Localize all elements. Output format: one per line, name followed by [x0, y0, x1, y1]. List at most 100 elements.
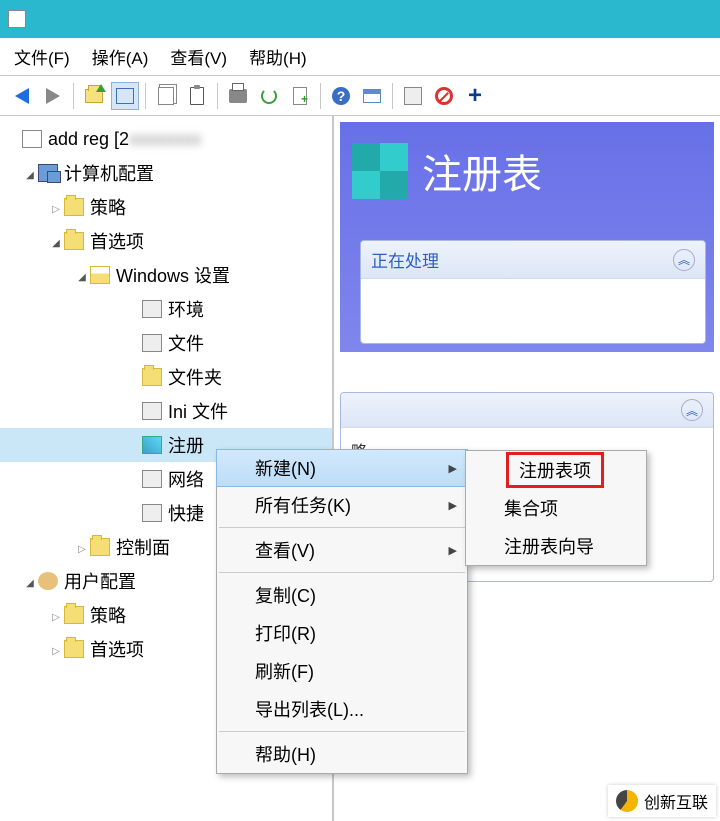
collapse-button[interactable]: ︽ — [673, 249, 695, 271]
new-doc-button[interactable] — [286, 82, 314, 110]
window-icon — [363, 89, 381, 103]
users-icon — [38, 572, 58, 590]
menu-help[interactable]: 帮助(H) — [249, 44, 307, 69]
ctx-copy[interactable]: 复制(C) — [217, 576, 467, 614]
plus-icon: + — [468, 84, 482, 108]
up-folder-button[interactable] — [80, 82, 108, 110]
stop-icon — [435, 87, 453, 105]
app-icon — [8, 10, 26, 28]
nav-back-button[interactable] — [8, 82, 36, 110]
sub-collection-item[interactable]: 集合项 — [466, 489, 646, 527]
menu-file[interactable]: 文件(F) — [14, 44, 70, 69]
printer-icon — [229, 89, 247, 103]
menu-view[interactable]: 查看(V) — [170, 44, 227, 69]
collapse-button[interactable]: ︽ — [681, 399, 703, 421]
arrow-right-icon — [46, 88, 60, 104]
tree-label: add reg [2 — [48, 129, 129, 150]
context-menu: 新建(N) 所有任务(K) 查看(V) 复制(C) 打印(R) 刷新(F) 导出… — [216, 449, 468, 774]
tree-label: 注册 — [168, 432, 204, 458]
copy-button[interactable] — [152, 82, 180, 110]
watermark: 创新互联 — [608, 785, 716, 817]
help-button[interactable]: ? — [327, 82, 355, 110]
config-button[interactable] — [399, 82, 427, 110]
tree-preferences[interactable]: 首选项 — [0, 224, 332, 258]
folder-icon — [64, 640, 84, 658]
stop-button[interactable] — [430, 82, 458, 110]
help-icon: ? — [332, 87, 350, 105]
panes-icon — [116, 88, 134, 104]
folder-up-icon — [85, 89, 103, 103]
tree-policies[interactable]: 策略 — [0, 190, 332, 224]
tree-files[interactable]: 文件 — [0, 326, 332, 360]
context-submenu-new: 注册表项 集合项 注册表向导 — [465, 450, 647, 566]
tree-env[interactable]: 环境 — [0, 292, 332, 326]
ctx-all-tasks[interactable]: 所有任务(K) — [217, 486, 467, 524]
ctx-help[interactable]: 帮助(H) — [217, 735, 467, 773]
shortcut-icon — [142, 504, 162, 522]
ctx-new[interactable]: 新建(N) — [216, 449, 468, 487]
blurred-text: xxxxxxxx — [129, 129, 201, 150]
folder-icon — [142, 368, 162, 386]
registry-cube-icon — [352, 143, 408, 199]
copy-icon — [158, 87, 174, 105]
paste-button[interactable] — [183, 82, 211, 110]
add-button[interactable]: + — [461, 82, 489, 110]
ctx-view[interactable]: 查看(V) — [217, 531, 467, 569]
ini-icon — [142, 402, 162, 420]
separator — [392, 83, 393, 109]
tree-label: 环境 — [168, 296, 204, 322]
folder-icon — [90, 538, 110, 556]
separator — [145, 83, 146, 109]
watermark-text: 创新互联 — [644, 789, 708, 813]
tree-computer-config[interactable]: 计算机配置 — [0, 156, 332, 190]
computers-icon — [38, 164, 58, 182]
tree-label: 首选项 — [90, 636, 144, 662]
separator — [219, 572, 465, 573]
env-icon — [142, 300, 162, 318]
refresh-button[interactable] — [255, 82, 283, 110]
page-title: 注册表 — [422, 142, 542, 200]
registry-icon — [142, 436, 162, 454]
tree-label: 网络 — [168, 466, 204, 492]
nav-forward-button[interactable] — [39, 82, 67, 110]
window-button[interactable] — [358, 82, 386, 110]
tree-label: Windows 设置 — [116, 262, 230, 288]
tree-label: 用户配置 — [64, 568, 136, 594]
tree-label: 快捷 — [168, 500, 204, 526]
sub-registry-item[interactable]: 注册表项 — [466, 451, 646, 489]
sub-registry-wizard[interactable]: 注册表向导 — [466, 527, 646, 565]
tree-windows-settings[interactable]: Windows 设置 — [0, 258, 332, 292]
refresh-icon — [261, 88, 277, 104]
ctx-print[interactable]: 打印(R) — [217, 614, 467, 652]
arrow-left-icon — [15, 88, 29, 104]
menu-action[interactable]: 操作(A) — [92, 44, 149, 69]
separator — [219, 731, 465, 732]
tree-root[interactable]: add reg [2xxxxxxxx — [0, 122, 332, 156]
tree-label: 文件夹 — [168, 364, 222, 390]
tree-label: 控制面 — [116, 534, 170, 560]
tree-label: 策略 — [90, 194, 126, 220]
tree-label: 文件 — [168, 330, 204, 356]
separator — [217, 83, 218, 109]
gear-icon — [404, 87, 422, 105]
separator — [219, 527, 465, 528]
toolbar: ? + — [0, 76, 720, 116]
tree-label: Ini 文件 — [168, 398, 228, 424]
print-button[interactable] — [224, 82, 252, 110]
folder-icon — [64, 198, 84, 216]
tree-folders[interactable]: 文件夹 — [0, 360, 332, 394]
ctx-refresh[interactable]: 刷新(F) — [217, 652, 467, 690]
tree-label: 策略 — [90, 602, 126, 628]
folder-icon — [64, 606, 84, 624]
show-tree-button[interactable] — [111, 82, 139, 110]
ctx-export[interactable]: 导出列表(L)... — [217, 690, 467, 728]
tree-ini[interactable]: Ini 文件 — [0, 394, 332, 428]
separator — [73, 83, 74, 109]
header-banner: 注册表 正在处理 ︽ — [340, 122, 714, 352]
files-icon — [142, 334, 162, 352]
tree-label: 计算机配置 — [64, 160, 154, 186]
processing-title: 正在处理 — [371, 247, 439, 272]
menubar: 文件(F) 操作(A) 查看(V) 帮助(H) — [0, 38, 720, 76]
network-icon — [142, 470, 162, 488]
gpo-icon — [22, 130, 42, 148]
